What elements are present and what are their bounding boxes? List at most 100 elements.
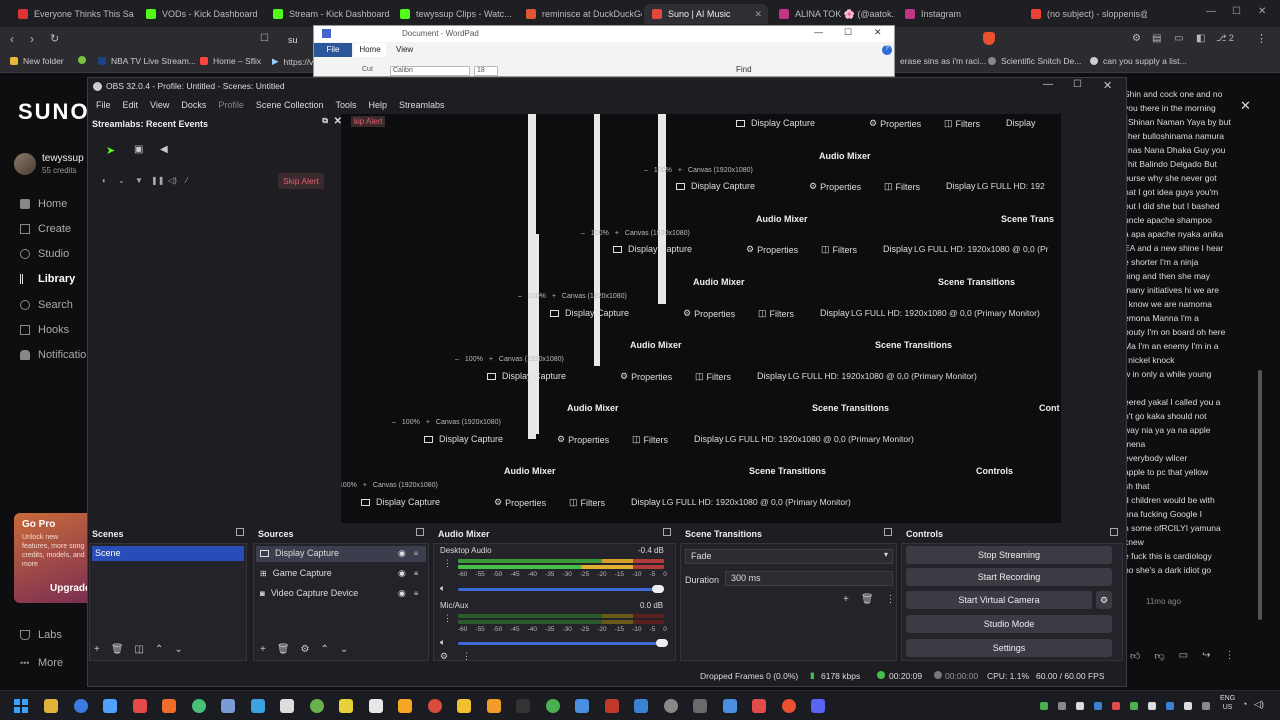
channel-menu-icon[interactable]: ⋮: [443, 558, 452, 569]
display-capture-row[interactable]: Display Capture: [361, 497, 440, 507]
gift-icon[interactable]: ▣: [134, 144, 143, 155]
back-icon[interactable]: ‹: [10, 32, 14, 46]
properties-button[interactable]: ⚙ Properties: [869, 118, 921, 129]
nav-create[interactable]: Create: [20, 223, 71, 235]
comment-icon[interactable]: ▭: [1179, 650, 1188, 662]
properties-button[interactable]: ⚙ Properties: [809, 181, 861, 192]
preview-area[interactable]: kip Alert Display Capture ⚙ Properties ◫ Filt…: [341, 114, 1061, 523]
obs-menu-item[interactable]: Tools: [335, 100, 356, 110]
obs-minimize[interactable]: —: [1043, 79, 1053, 90]
browser-tab[interactable]: reminisce at DuckDuckGo: [518, 4, 642, 24]
start-recording-button[interactable]: Start Recording: [906, 568, 1112, 586]
adobe-icon[interactable]: [427, 699, 442, 713]
forward-icon[interactable]: ›: [30, 32, 34, 46]
file-explorer-icon[interactable]: [44, 699, 58, 713]
pause-icon[interactable]: ❚❚: [151, 176, 164, 185]
menu-icon[interactable]: ⋮: [1256, 32, 1267, 45]
volume-icon[interactable]: 🔈︎: [440, 637, 445, 648]
monitor-value[interactable]: LG FULL HD: 1920x1080 @ 0,0 (Primary Mon…: [788, 371, 977, 381]
studio-mode-button[interactable]: Studio Mode: [906, 615, 1112, 633]
zoom-in-button[interactable]: +: [489, 356, 493, 363]
display-capture-row[interactable]: Display Capture: [424, 434, 503, 444]
add-icon[interactable]: +: [94, 644, 100, 655]
zoom-out-button[interactable]: –: [518, 293, 522, 300]
tray-icon[interactable]: [1112, 702, 1120, 710]
tray-icon[interactable]: [1202, 702, 1210, 710]
sticky-notes-icon[interactable]: [339, 699, 353, 713]
app-icon[interactable]: [663, 699, 678, 713]
source-item-display[interactable]: Display Capture: [260, 548, 339, 558]
properties-button[interactable]: ⚙ Properties: [620, 371, 672, 382]
start-virtual-camera-button[interactable]: Start Virtual Camera: [906, 591, 1092, 609]
filter-icon[interactable]: ▼: [135, 176, 143, 185]
wand-icon[interactable]: ⁄: [186, 176, 187, 185]
obs-menu-item[interactable]: Streamlabs: [399, 100, 445, 110]
youtube-icon[interactable]: [752, 699, 766, 713]
display-capture-row[interactable]: Display Capture: [736, 118, 815, 128]
wordpad-font-field[interactable]: Calibri: [390, 66, 470, 76]
firefox-icon[interactable]: [162, 699, 176, 713]
obs-menu-item[interactable]: File: [96, 100, 111, 110]
add-icon[interactable]: +: [843, 594, 849, 605]
terminal-icon[interactable]: [516, 699, 530, 713]
up-icon[interactable]: ⌃: [321, 644, 329, 655]
nav-search[interactable]: Search: [20, 299, 73, 311]
tray-icon[interactable]: [1184, 702, 1192, 710]
more-options-icon[interactable]: ⋮: [1224, 650, 1234, 662]
volume-slider[interactable]: [458, 642, 664, 645]
source-item-game[interactable]: ⊞ Game Capture: [260, 568, 332, 578]
extensions-icon[interactable]: ⚙: [1132, 33, 1141, 44]
transition-select[interactable]: Fade ▾: [685, 549, 893, 564]
wordpad-minimize[interactable]: —: [814, 27, 823, 37]
share-icon[interactable]: ↪: [1202, 650, 1210, 662]
display-capture-row[interactable]: Display Capture: [550, 308, 629, 318]
chat-close-icon[interactable]: ✕: [1240, 98, 1251, 114]
profile-badge[interactable]: ⎇ 2: [1216, 33, 1234, 44]
settings-icon[interactable]: [575, 699, 589, 713]
wallet-icon[interactable]: ▭: [1174, 33, 1183, 44]
browser-tab[interactable]: Everyone Thinks This Sau...: [10, 4, 134, 24]
properties-button[interactable]: ⚙ Properties: [683, 308, 735, 319]
monitor-value[interactable]: LG FULL HD: 1920x1080 @ 0,0 (Primary Mon…: [662, 497, 851, 507]
edge-icon[interactable]: [221, 699, 235, 713]
filter-icon[interactable]: ◫: [135, 644, 144, 655]
send-icon[interactable]: ➤: [106, 144, 115, 157]
obs-menu-item[interactable]: View: [150, 100, 169, 110]
zoom-out-button[interactable]: –: [644, 167, 648, 174]
browser-tab[interactable]: Suno | AI Music ✕: [644, 4, 768, 24]
bookmark-sflix[interactable]: Home – Sflix: [200, 56, 261, 66]
add-icon[interactable]: +: [260, 644, 266, 655]
wordpad-close[interactable]: ✕: [874, 27, 882, 38]
bookmark-nba[interactable]: NBA TV Live Stream...: [98, 56, 196, 66]
filters-button[interactable]: ◫ Filters: [884, 181, 920, 192]
nav-hooks[interactable]: Hooks: [20, 324, 69, 336]
wordpad-home-tab[interactable]: Home: [354, 43, 386, 57]
bookmark-url[interactable]: ▶ https://v: [272, 56, 313, 67]
nav-home[interactable]: Home: [20, 198, 67, 210]
volume-slider-handle[interactable]: [656, 639, 668, 647]
tray-icon[interactable]: [1058, 702, 1066, 710]
shield-icon[interactable]: ◐: [102, 176, 107, 185]
wifi-icon[interactable]: ◔: [1242, 699, 1247, 709]
zoom-out-button[interactable]: –: [581, 230, 585, 237]
volume-icon[interactable]: ◁): [168, 176, 177, 185]
zoom-out-button[interactable]: –: [455, 356, 459, 363]
wordpad-file-tab[interactable]: File: [314, 43, 352, 57]
monitor-value[interactable]: LG FULL HD: 1920x1080 @ 0,0 (Primary Mon…: [851, 308, 1040, 318]
notepad-icon[interactable]: [280, 699, 294, 713]
browser-tab[interactable]: (no subject) - sloppenis@...: [1023, 4, 1147, 24]
browser-tab[interactable]: Instagram: [897, 4, 1021, 24]
monitor-value[interactable]: LG FULL HD: 192: [977, 181, 1045, 191]
monitor-value[interactable]: LG FULL HD: 1920x1080 @ 0,0 (Pr: [914, 244, 1048, 254]
wordpad-window[interactable]: Document - WordPad — ☐ ✕ File Home View …: [313, 25, 895, 77]
volume-slider[interactable]: [458, 588, 658, 591]
filters-button[interactable]: ◫ Filters: [569, 497, 605, 508]
scene-item[interactable]: Scene: [92, 546, 244, 561]
sidebar-icon[interactable]: ▤: [1152, 33, 1161, 44]
lock-icon[interactable]: 🔒︎: [414, 588, 418, 598]
properties-button[interactable]: ⚙ Properties: [494, 497, 546, 508]
wordpad-maximize[interactable]: ☐: [844, 27, 852, 38]
store-icon[interactable]: [73, 699, 88, 713]
bookmark-icon[interactable]: ☐: [260, 33, 269, 44]
zoom-in-button[interactable]: +: [363, 482, 367, 489]
